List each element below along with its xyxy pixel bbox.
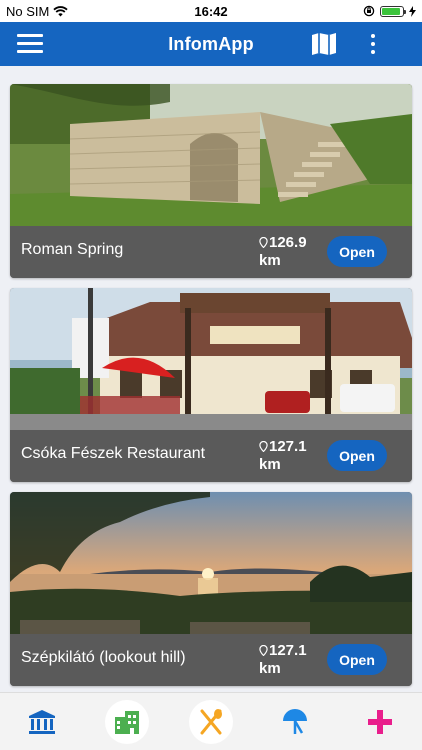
bottom-tab-bar xyxy=(0,692,422,750)
carrier-label: No SIM xyxy=(6,3,50,19)
status-left: No SIM xyxy=(6,4,146,19)
distance-unit: km xyxy=(259,252,281,269)
wifi-icon xyxy=(53,5,68,16)
place-distance: 127.1 km xyxy=(259,642,319,678)
location-pin-icon xyxy=(259,237,268,248)
place-image-roman-spring xyxy=(10,84,412,226)
battery-fill xyxy=(382,7,400,15)
location-pin-icon xyxy=(259,645,268,656)
card-footer: Szépkilátó (lookout hill) 127.1 km Open xyxy=(10,634,412,686)
status-bar: No SIM 16:42 xyxy=(0,0,422,22)
beach-umbrella-icon[interactable] xyxy=(273,700,317,744)
open-button[interactable]: Open xyxy=(327,644,387,675)
more-vertical-icon[interactable] xyxy=(366,32,380,56)
place-title: Roman Spring xyxy=(21,241,124,258)
location-pin-icon xyxy=(259,441,268,452)
charging-icon xyxy=(409,5,416,17)
museum-icon[interactable] xyxy=(20,700,64,744)
place-title: Szépkilátó (lookout hill) xyxy=(21,649,186,666)
plus-icon[interactable] xyxy=(358,700,402,744)
card-footer: Csóka Fészek Restaurant 127.1 km Open xyxy=(10,430,412,482)
place-distance: 127.1 km xyxy=(259,438,319,474)
open-button[interactable]: Open xyxy=(327,440,387,471)
places-list: Roman Spring 126.9 km Open Csóka Fészek … xyxy=(10,84,412,696)
card-footer: Roman Spring 126.9 km Open xyxy=(10,226,412,278)
distance-unit: km xyxy=(259,660,281,677)
nav-bar: InfomApp xyxy=(0,22,422,66)
place-card[interactable]: Roman Spring 126.9 km Open xyxy=(10,84,412,278)
restaurant-icon[interactable] xyxy=(188,699,233,744)
place-image-csoka-feszek xyxy=(10,288,412,430)
distance-value: 127.1 xyxy=(269,438,307,455)
place-title: Csóka Fészek Restaurant xyxy=(21,445,206,462)
open-button[interactable]: Open xyxy=(327,236,387,267)
distance-value: 127.1 xyxy=(269,642,307,659)
distance-value: 126.9 xyxy=(269,234,307,251)
battery-icon xyxy=(380,5,406,17)
status-time: 16:42 xyxy=(194,3,228,19)
place-image-szepkilato xyxy=(10,492,412,634)
distance-unit: km xyxy=(259,456,281,473)
map-icon[interactable] xyxy=(311,32,337,56)
place-card[interactable]: Szépkilátó (lookout hill) 127.1 km Open xyxy=(10,492,412,686)
app-title: InfomApp xyxy=(168,33,254,54)
orientation-lock-icon xyxy=(363,5,375,17)
place-distance: 126.9 km xyxy=(259,234,319,270)
status-right xyxy=(276,5,416,17)
hamburger-menu-icon[interactable] xyxy=(17,34,43,54)
buildings-icon[interactable] xyxy=(104,699,149,744)
place-card[interactable]: Csóka Fészek Restaurant 127.1 km Open xyxy=(10,288,412,482)
